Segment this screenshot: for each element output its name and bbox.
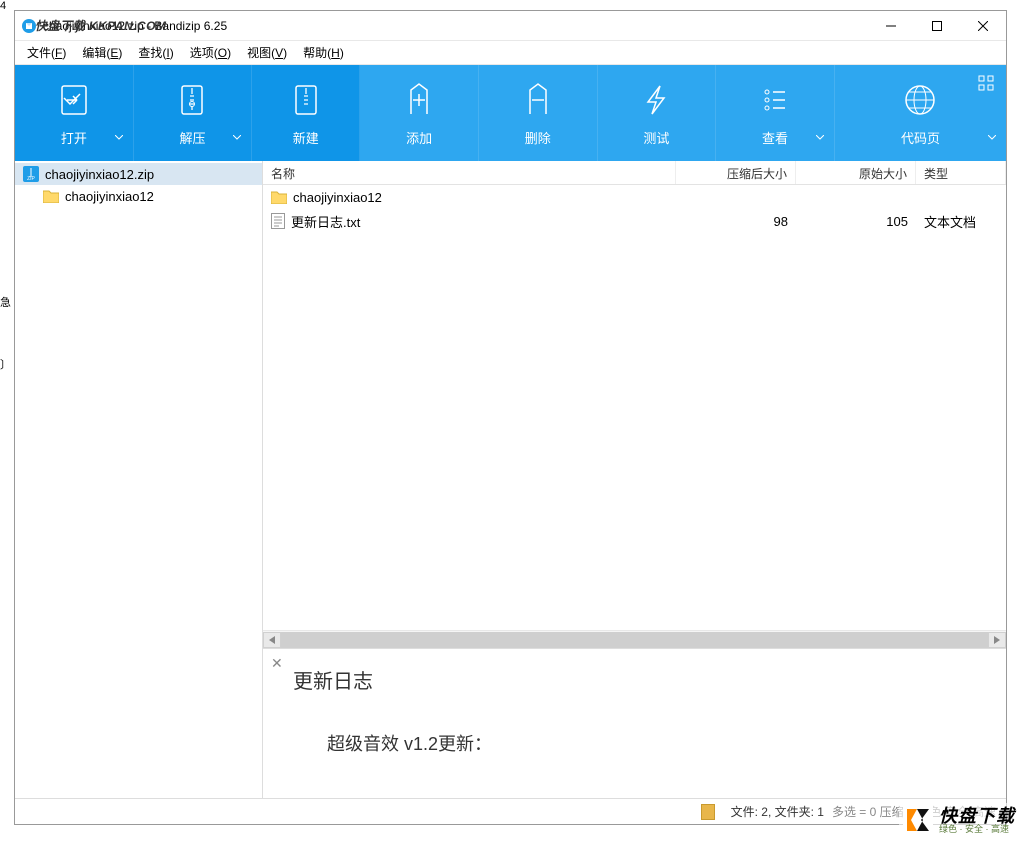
toolbar-test[interactable]: 测试 <box>598 65 717 161</box>
window-title: chaojiyinxiao12.zip - Bandizip 6.25 <box>43 19 227 33</box>
toolbar: 打开 解压 新建 添加 删除 测试 查看 <box>15 65 1006 161</box>
tree-item-folder[interactable]: chaojiyinxiao12 <box>15 185 262 207</box>
toolbar-delete-label: 删除 <box>525 128 551 147</box>
menu-edit[interactable]: 编辑(E) <box>76 42 128 63</box>
extract-icon <box>172 80 212 120</box>
toolbar-add-label: 添加 <box>406 128 432 147</box>
kkpan-logo-icon <box>903 805 933 835</box>
text-file-icon <box>271 213 285 229</box>
col-compressed[interactable]: 压缩后大小 <box>676 161 796 184</box>
tree-item-label: chaojiyinxiao12.zip <box>45 167 154 182</box>
content-area: ZIP chaojiyinxiao12.zip chaojiyinxiao12 … <box>15 161 1006 798</box>
status-zip-icon <box>701 804 715 820</box>
watermark-title: 快盘下载 <box>939 807 1015 825</box>
file-rows[interactable]: chaojiyinxiao12 更新日志.txt 98 105 文本文 <box>263 185 1006 630</box>
svg-text:ZIP: ZIP <box>27 176 35 182</box>
watermark-subtitle: 绿色 · 安全 · 高速 <box>939 825 1015 834</box>
scroll-left-button[interactable] <box>263 632 281 648</box>
column-headers: 名称 压缩后大小 原始大小 类型 <box>263 161 1006 185</box>
menu-help[interactable]: 帮助(H) <box>297 42 350 63</box>
menubar: 文件(F) 编辑(E) 查找(I) 选项(O) 视图(V) 帮助(H) <box>15 41 1006 65</box>
preview-heading: 更新日志 <box>293 665 982 694</box>
toolbar-delete[interactable]: 删除 <box>479 65 598 161</box>
titlebar[interactable]: chaojiyinxiao12.zip - Bandizip 6.25 快盘下载… <box>15 11 1006 41</box>
scroll-thumb[interactable] <box>281 632 988 648</box>
toolbar-new[interactable]: 新建 <box>252 65 360 161</box>
scroll-track[interactable] <box>281 632 988 648</box>
close-button[interactable] <box>960 11 1006 41</box>
tree-item-label: chaojiyinxiao12 <box>65 189 154 204</box>
menu-file[interactable]: 文件(F) <box>21 42 72 63</box>
open-icon <box>54 80 94 120</box>
app-icon <box>21 18 37 34</box>
new-icon <box>286 80 326 120</box>
file-name: chaojiyinxiao12 <box>293 190 382 205</box>
toolbar-view-label: 查看 <box>762 128 788 147</box>
file-compressed: 98 <box>676 214 796 229</box>
file-type: 文本文档 <box>916 212 1006 231</box>
add-icon <box>399 80 439 120</box>
folder-icon <box>271 190 287 204</box>
toolbar-codepage-label: 代码页 <box>901 128 940 147</box>
window-controls <box>868 11 1006 41</box>
menu-options[interactable]: 选项(O) <box>184 42 237 63</box>
toolbar-settings-icon[interactable] <box>978 75 994 91</box>
app-window: chaojiyinxiao12.zip - Bandizip 6.25 快盘下载… <box>14 10 1007 825</box>
delete-icon <box>518 80 558 120</box>
maximize-button[interactable] <box>914 11 960 41</box>
toolbar-test-label: 测试 <box>643 128 669 147</box>
watermark-logo: 快盘下载 绿色 · 安全 · 高速 <box>899 803 1019 837</box>
preview-panel: ✕ 更新日志 超级音效 v1.2更新： <box>263 648 1006 798</box>
minimize-button[interactable] <box>868 11 914 41</box>
menu-find[interactable]: 查找(I) <box>132 42 179 63</box>
test-icon <box>636 80 676 120</box>
scroll-right-button[interactable] <box>988 632 1006 648</box>
folder-icon <box>43 189 59 203</box>
col-name[interactable]: 名称 <box>263 161 676 184</box>
menu-view[interactable]: 视图(V) <box>241 42 293 63</box>
codepage-icon <box>900 80 940 120</box>
preview-body: 超级音效 v1.2更新： <box>327 730 982 756</box>
caret-icon <box>988 135 996 140</box>
caret-icon <box>816 135 824 140</box>
file-row[interactable]: chaojiyinxiao12 <box>263 185 1006 209</box>
toolbar-view[interactable]: 查看 <box>716 65 835 161</box>
file-list: 名称 压缩后大小 原始大小 类型 chaojiyinxiao12 <box>263 161 1006 648</box>
statusbar: 文件: 2, 文件夹: 1 多选 = 0 压缩 = 绿色 安全 高速 <box>15 798 1006 824</box>
view-icon <box>755 80 795 120</box>
toolbar-extract[interactable]: 解压 <box>134 65 253 161</box>
file-row[interactable]: 更新日志.txt 98 105 文本文档 <box>263 209 1006 233</box>
toolbar-new-label: 新建 <box>293 128 319 147</box>
stray-text-2: 急 <box>0 294 11 310</box>
caret-icon <box>115 135 123 140</box>
right-panel: 名称 压缩后大小 原始大小 类型 chaojiyinxiao12 <box>263 161 1006 798</box>
tree-item-archive[interactable]: ZIP chaojiyinxiao12.zip <box>15 163 262 185</box>
toolbar-extract-label: 解压 <box>179 128 205 147</box>
stray-text-1: 4 <box>0 0 6 12</box>
col-type[interactable]: 类型 <box>916 161 1006 184</box>
toolbar-open[interactable]: 打开 <box>15 65 134 161</box>
stray-text-3: 〕 <box>0 356 11 372</box>
toolbar-open-label: 打开 <box>61 128 87 147</box>
toolbar-add[interactable]: 添加 <box>360 65 479 161</box>
tree-panel[interactable]: ZIP chaojiyinxiao12.zip chaojiyinxiao12 <box>15 161 263 798</box>
preview-close-icon[interactable]: ✕ <box>271 655 283 672</box>
horizontal-scrollbar[interactable] <box>263 630 1006 648</box>
zip-icon: ZIP <box>23 166 39 182</box>
status-text: 文件: 2, 文件夹: 1 <box>731 803 824 820</box>
caret-icon <box>233 135 241 140</box>
file-name: 更新日志.txt <box>291 212 360 231</box>
col-original[interactable]: 原始大小 <box>796 161 916 184</box>
file-original: 105 <box>796 214 916 229</box>
